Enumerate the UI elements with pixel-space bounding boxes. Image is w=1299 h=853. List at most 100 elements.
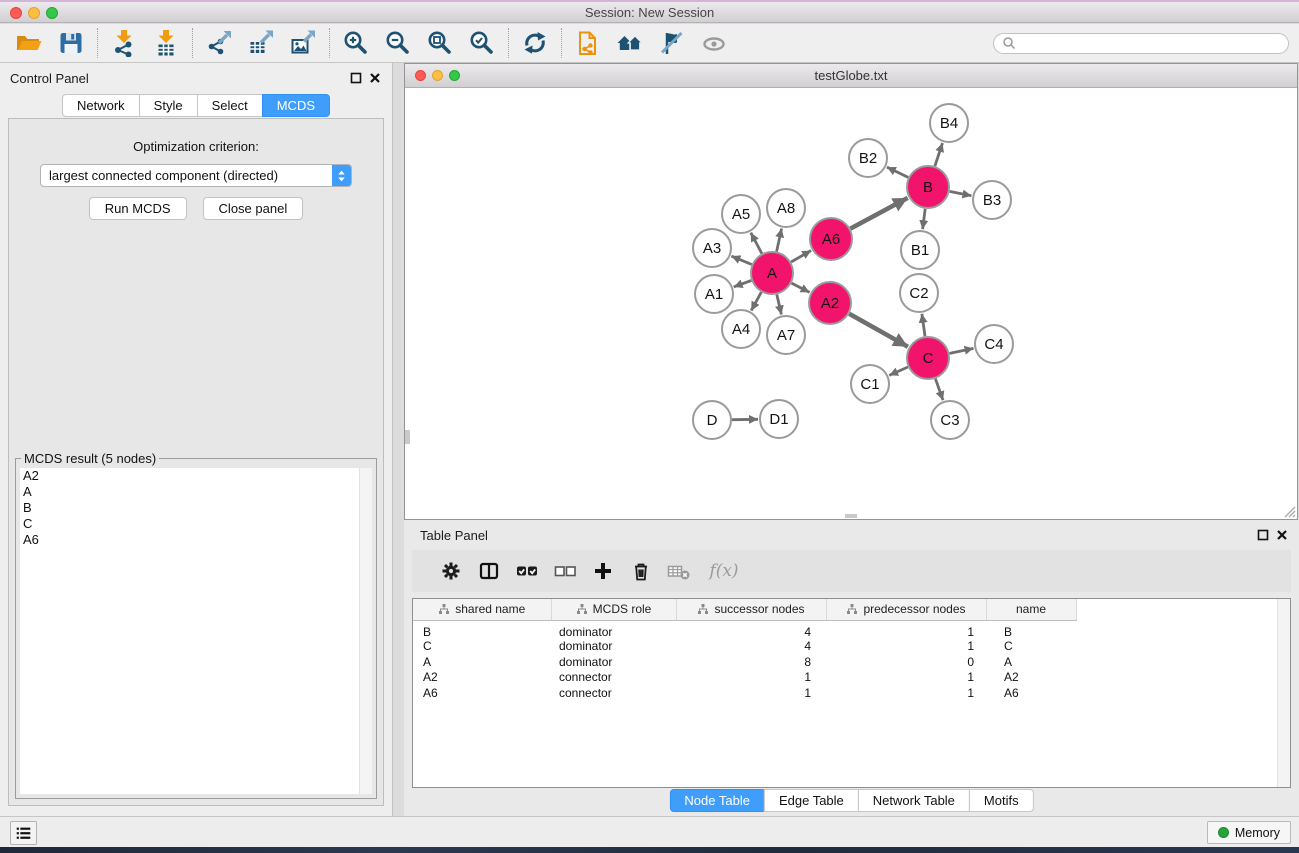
save-session-button[interactable] [50,26,92,60]
edge-A-A3[interactable] [731,256,751,264]
horizontal-scroll-thumb[interactable] [845,514,857,518]
node-A2[interactable]: A2 [809,282,851,324]
node-B[interactable]: B [907,166,949,208]
select-all-checkboxes-button[interactable] [508,554,546,588]
node-B1[interactable]: B1 [901,231,939,269]
table-row-A2[interactable]: A2connector11A2 [413,670,1290,686]
node-D1[interactable]: D1 [760,400,798,438]
node-A5[interactable]: A5 [722,195,760,233]
edge-C-C4[interactable] [950,348,974,353]
tab-mcds[interactable]: MCDS [262,94,330,117]
edge-B-B1[interactable] [923,209,926,229]
zoom-fit-button[interactable] [419,26,461,60]
node-C4[interactable]: C4 [975,325,1013,363]
home-views-button[interactable] [609,26,651,60]
result-item-A6[interactable]: A6 [20,532,372,548]
show-panels-button[interactable] [10,821,37,845]
node-A7[interactable]: A7 [767,316,805,354]
node-A8[interactable]: A8 [767,189,805,227]
optimization-criterion-dropdown[interactable]: largest connected component (directed) [40,164,352,187]
table-row-A[interactable]: Adominator80A [413,654,1290,670]
tab-network-table[interactable]: Network Table [858,789,970,812]
close-panel-icon[interactable] [369,72,381,84]
toggle-graphics-details-button[interactable] [651,26,693,60]
import-network-button[interactable] [103,26,145,60]
tab-network[interactable]: Network [62,94,140,117]
search-input[interactable] [1016,36,1280,50]
table-row-A6[interactable]: A6connector11A6 [413,685,1290,701]
delete-table-button[interactable] [660,554,698,588]
deselect-all-checkboxes-button[interactable] [546,554,584,588]
edge-C-C1[interactable] [889,367,908,375]
column-header-MCDS-role[interactable]: MCDS role [551,599,676,620]
zoom-out-button[interactable] [377,26,419,60]
node-A1[interactable]: A1 [695,275,733,313]
node-C1[interactable]: C1 [851,365,889,403]
column-header-shared-name[interactable]: shared name [413,599,551,620]
edge-B-B2[interactable] [887,167,908,177]
network-from-file-button[interactable] [567,26,609,60]
float-panel-icon[interactable] [1257,529,1269,541]
show-columns-button[interactable] [470,554,508,588]
result-item-A[interactable]: A [20,484,372,500]
delete-columns-button[interactable] [622,554,660,588]
tab-motifs[interactable]: Motifs [969,789,1034,812]
vertical-scroll-thumb[interactable] [405,430,410,444]
edge-A-A8[interactable] [777,229,782,252]
zoom-selected-button[interactable] [461,26,503,60]
edge-C-C2[interactable] [922,314,925,336]
result-item-A2[interactable]: A2 [20,468,372,484]
tab-style[interactable]: Style [139,94,198,117]
node-B2[interactable]: B2 [849,139,887,177]
function-builder-button[interactable]: f(x) [698,554,750,588]
zoom-in-button[interactable] [335,26,377,60]
edge-A2-C[interactable] [849,314,908,347]
node-B4[interactable]: B4 [930,104,968,142]
edge-A-A1[interactable] [734,281,752,287]
node-C3[interactable]: C3 [931,401,969,439]
edge-A-A7[interactable] [777,295,782,315]
column-header-predecessor-nodes[interactable]: predecessor nodes [826,599,986,620]
memory-button[interactable]: Memory [1207,821,1291,844]
close-panel-button[interactable]: Close panel [203,197,304,220]
column-header-name[interactable]: name [986,599,1076,620]
edge-A-A4[interactable] [751,292,761,310]
import-table-button[interactable] [145,26,187,60]
resize-grip[interactable] [1283,505,1296,518]
result-item-C[interactable]: C [20,516,372,532]
export-table-button[interactable] [240,26,282,60]
edge-A-A2[interactable] [792,283,810,292]
edge-A6-B[interactable] [850,198,907,229]
network-canvas[interactable]: B4B2BB3A8A5A6A3B1AC2A1A2A4A7C4CC1C3DD1 [405,89,1297,520]
run-mcds-button[interactable]: Run MCDS [89,197,187,220]
export-image-button[interactable] [282,26,324,60]
apply-layout-button[interactable] [514,26,556,60]
open-session-button[interactable] [8,26,50,60]
node-A6[interactable]: A6 [810,218,852,260]
node-D[interactable]: D [693,401,731,439]
column-header-successor-nodes[interactable]: successor nodes [676,599,826,620]
node-A[interactable]: A [751,252,793,294]
edge-C-C3[interactable] [935,379,943,401]
table-row-C[interactable]: Cdominator41C [413,639,1290,655]
result-item-B[interactable]: B [20,500,372,516]
node-A4[interactable]: A4 [722,310,760,348]
close-panel-icon[interactable] [1276,529,1288,541]
export-network-button[interactable] [198,26,240,60]
node-B3[interactable]: B3 [973,181,1011,219]
tab-edge-table[interactable]: Edge Table [764,789,859,812]
edge-B-B4[interactable] [935,143,943,166]
table-options-button[interactable] [432,554,470,588]
float-panel-icon[interactable] [350,72,362,84]
node-C[interactable]: C [907,337,949,379]
tab-select[interactable]: Select [197,94,263,117]
result-scrollbar[interactable] [359,468,372,794]
create-column-button[interactable] [584,554,622,588]
edge-B-B3[interactable] [950,191,972,195]
show-hide-button[interactable] [693,26,735,60]
tab-node-table[interactable]: Node Table [669,789,765,812]
table-scrollbar[interactable] [1277,599,1290,787]
table-row-B[interactable]: Bdominator41B [413,620,1290,639]
edge-A-A5[interactable] [751,233,762,254]
node-A3[interactable]: A3 [693,229,731,267]
